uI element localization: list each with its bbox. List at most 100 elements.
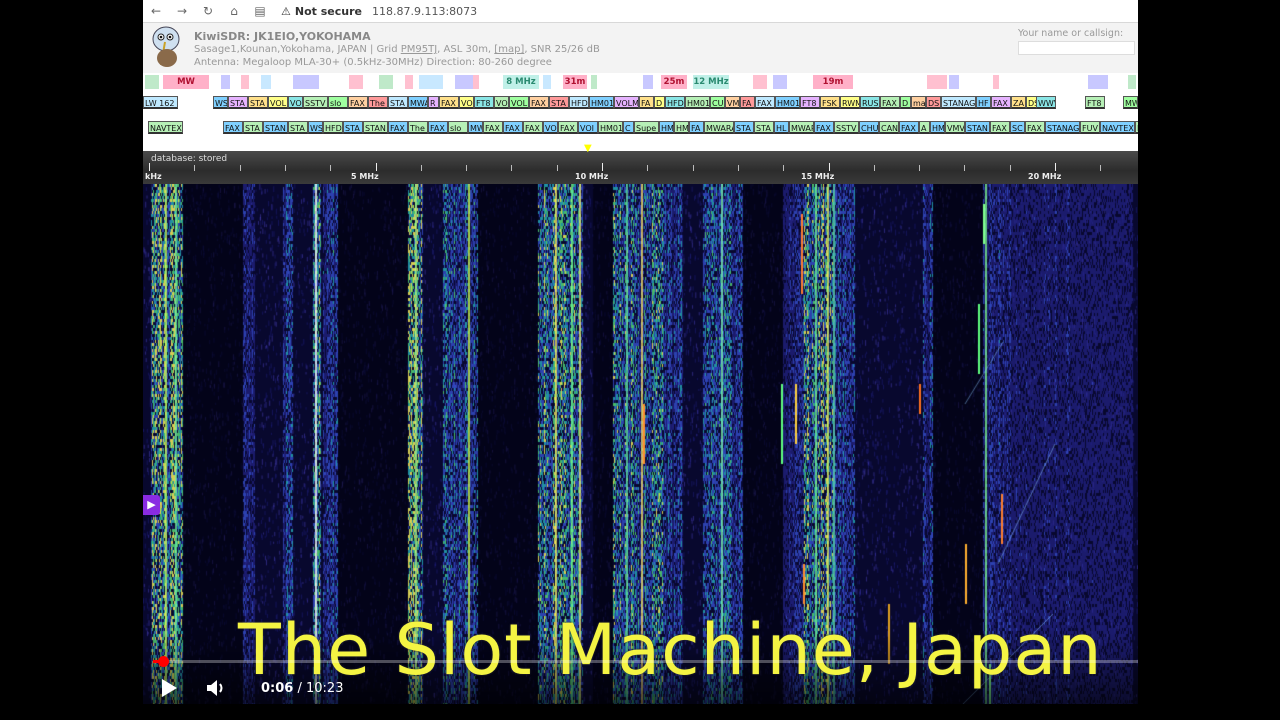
station-label[interactable]: HFD	[665, 96, 685, 109]
station-label[interactable]: VO	[288, 96, 303, 109]
video-progress-bar[interactable]	[153, 656, 1138, 667]
station-label[interactable]: STA	[228, 96, 248, 109]
home-icon[interactable]: ⌂	[221, 4, 247, 18]
band-segment[interactable]	[927, 75, 947, 89]
station-label[interactable]: The	[368, 96, 388, 109]
band-segment[interactable]	[773, 75, 787, 89]
station-label[interactable]: The	[408, 121, 428, 134]
station-label[interactable]: FAX	[1025, 121, 1045, 134]
station-label[interactable]: FAX	[523, 121, 543, 134]
station-label[interactable]: CHU	[859, 121, 879, 134]
band-label[interactable]: 25m	[661, 75, 687, 89]
station-label[interactable]: SC	[1010, 121, 1025, 134]
station-label[interactable]: D	[654, 96, 665, 109]
station-label[interactable]: HM01	[598, 121, 623, 134]
band-segment[interactable]	[379, 75, 393, 89]
band-segment[interactable]	[145, 75, 159, 89]
station-label[interactable]: MW	[1123, 96, 1138, 109]
station-label[interactable]: STANAG	[1045, 121, 1080, 134]
kiwi-bird-logo-icon[interactable]	[147, 25, 185, 71]
station-label[interactable]: HM01	[685, 96, 710, 109]
station-label[interactable]: VOL	[268, 96, 288, 109]
station-label[interactable]: FT8	[474, 96, 494, 109]
station-label[interactable]: FAX	[755, 96, 775, 109]
station-label[interactable]: FAX	[529, 96, 549, 109]
band-segment[interactable]	[993, 75, 999, 89]
security-indicator[interactable]: ⚠ Not secure	[281, 5, 362, 18]
station-label[interactable]: SSTV	[303, 96, 328, 109]
station-label[interactable]: VO	[494, 96, 509, 109]
station-label[interactable]: FT8	[1085, 96, 1105, 109]
station-label[interactable]: STA	[288, 121, 308, 134]
station-label[interactable]: MW	[468, 121, 483, 134]
band-segment[interactable]	[753, 75, 767, 89]
station-label[interactable]: FAX	[483, 121, 503, 134]
play-icon[interactable]	[160, 678, 178, 698]
station-label[interactable]: R	[428, 96, 439, 109]
station-label[interactable]: Supe	[634, 121, 659, 134]
station-label[interactable]: NAVTEX	[1100, 121, 1135, 134]
station-label[interactable]: RUS	[860, 96, 880, 109]
station-label[interactable]: SSTV	[834, 121, 859, 134]
station-label[interactable]: FA	[689, 121, 704, 134]
station-label[interactable]: FAX	[991, 96, 1011, 109]
station-label[interactable]: VM	[725, 96, 740, 109]
band-label[interactable]: 31m	[563, 75, 587, 89]
station-label[interactable]: FAX	[558, 121, 578, 134]
band-segment[interactable]	[221, 75, 230, 89]
station-label[interactable]: HM01	[589, 96, 614, 109]
station-label[interactable]: FAX	[388, 121, 408, 134]
station-label[interactable]: D	[900, 96, 911, 109]
band-label[interactable]: 19m	[813, 75, 853, 89]
station-label[interactable]: STAN	[263, 121, 288, 134]
station-label[interactable]: FA	[740, 96, 755, 109]
grid-link[interactable]: PM95TJ	[401, 44, 437, 55]
reload-icon[interactable]: ↻	[195, 4, 221, 18]
station-label[interactable]: HF	[976, 96, 991, 109]
address-bar[interactable]: 118.87.9.113:8073	[372, 5, 477, 18]
station-label[interactable]: CAN	[879, 121, 899, 134]
station-label[interactable]: FA	[639, 96, 654, 109]
station-label[interactable]: ZA	[1011, 96, 1026, 109]
station-label[interactable]: STAN	[363, 121, 388, 134]
station-label[interactable]: MWA	[408, 96, 428, 109]
band-segment[interactable]	[293, 75, 319, 89]
band-segment[interactable]	[643, 75, 653, 89]
station-label[interactable]: FAX	[899, 121, 919, 134]
station-label[interactable]: FUV	[1080, 121, 1100, 134]
station-label[interactable]: FAX	[1135, 121, 1138, 134]
station-label[interactable]: VO	[459, 96, 474, 109]
station-label[interactable]: STA	[754, 121, 774, 134]
station-label[interactable]: STAN	[965, 121, 990, 134]
station-label[interactable]: FAX	[428, 121, 448, 134]
band-segment[interactable]	[241, 75, 249, 89]
station-label[interactable]: CU	[710, 96, 725, 109]
station-label[interactable]: WWV	[1036, 96, 1056, 109]
waterfall-display[interactable]: ▶ The Slot Machine, Japan 0:06 / 10:23	[143, 184, 1138, 704]
station-label[interactable]: STA	[243, 121, 263, 134]
band-segment[interactable]	[455, 75, 473, 89]
station-label[interactable]: FAX	[439, 96, 459, 109]
station-label[interactable]: STA	[248, 96, 268, 109]
forward-icon[interactable]: →	[169, 4, 195, 18]
band-segment[interactable]	[473, 75, 479, 89]
station-label[interactable]: C	[623, 121, 634, 134]
band-segment[interactable]	[419, 75, 443, 89]
station-label[interactable]: HFD	[323, 121, 343, 134]
band-segment[interactable]	[1128, 75, 1136, 89]
band-segment[interactable]	[349, 75, 363, 89]
band-segment[interactable]	[543, 75, 551, 89]
station-label[interactable]: HM	[674, 121, 689, 134]
station-label[interactable]: FSK	[820, 96, 840, 109]
station-label[interactable]: slo	[448, 121, 468, 134]
band-segment[interactable]	[591, 75, 597, 89]
station-label[interactable]: VMV	[945, 121, 965, 134]
station-label[interactable]: FAX	[814, 121, 834, 134]
band-segment[interactable]	[405, 75, 413, 89]
station-label[interactable]: A	[919, 121, 930, 134]
station-label[interactable]: FAX	[223, 121, 243, 134]
station-label[interactable]: VO	[543, 121, 558, 134]
side-play-button[interactable]: ▶	[143, 495, 160, 515]
video-progress-knob[interactable]	[157, 656, 169, 667]
station-label[interactable]: STA	[343, 121, 363, 134]
